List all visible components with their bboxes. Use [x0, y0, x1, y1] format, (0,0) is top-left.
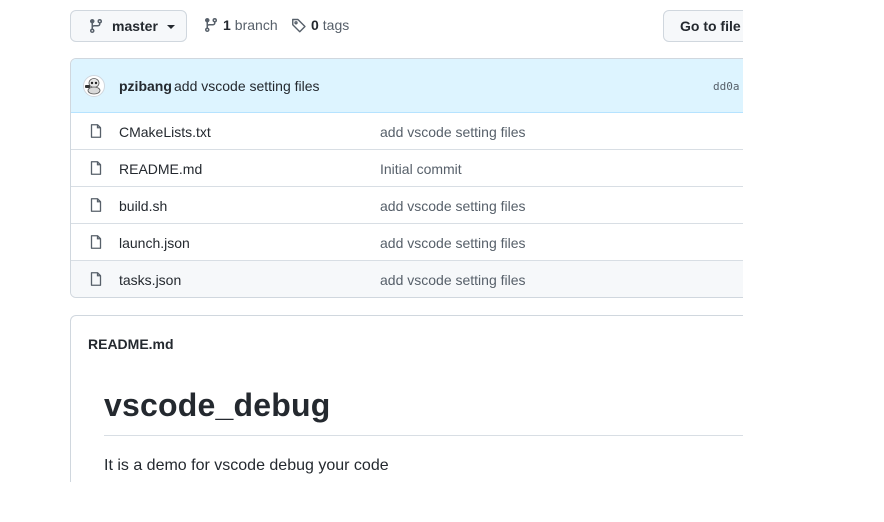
file-commit-message[interactable]: add vscode setting files [380, 272, 526, 288]
tag-icon [292, 18, 306, 33]
commit-message[interactable]: add vscode setting files [174, 78, 320, 94]
branch-select-button[interactable]: master [70, 10, 187, 42]
file-name[interactable]: launch.json [119, 235, 190, 251]
file-row[interactable]: launch.json add vscode setting files [71, 224, 743, 261]
tag-count: 0 [311, 17, 319, 33]
file-name[interactable]: build.sh [119, 198, 167, 214]
branches-link[interactable]: 1 branch [203, 17, 278, 33]
tags-link[interactable]: 0 tags [291, 17, 349, 33]
tag-word: tags [322, 17, 350, 33]
go-to-file-label: Go to file [680, 18, 741, 34]
file-commit-message[interactable]: add vscode setting files [380, 198, 526, 214]
branch-count: 1 [223, 17, 231, 33]
branch-word: branch [234, 17, 278, 33]
caret-down-icon [166, 25, 175, 29]
avatar[interactable] [83, 75, 105, 97]
file-name[interactable]: README.md [119, 161, 202, 177]
file-name[interactable]: CMakeLists.txt [119, 124, 211, 140]
go-to-file-button[interactable]: Go to file [663, 10, 743, 42]
file-icon [90, 235, 102, 249]
file-row[interactable]: build.sh add vscode setting files [71, 187, 743, 224]
readme-panel: README.md vscode_debug It is a demo for … [70, 315, 743, 482]
file-commit-message[interactable]: Initial commit [380, 161, 462, 177]
file-name[interactable]: tasks.json [119, 272, 181, 288]
file-icon [90, 124, 102, 138]
git-branch-icon [89, 19, 102, 34]
commit-author[interactable]: pzibang [119, 78, 172, 94]
file-icon [90, 198, 102, 212]
git-branch-icon [204, 18, 217, 33]
file-icon [90, 161, 102, 175]
readme-title: vscode_debug [104, 387, 331, 423]
latest-commit-bar: pzibang add vscode setting files dd0a [71, 59, 743, 113]
file-list: pzibang add vscode setting files dd0a CM… [70, 58, 743, 298]
file-icon [90, 272, 102, 286]
file-row[interactable]: README.md Initial commit [71, 150, 743, 187]
file-commit-message[interactable]: add vscode setting files [380, 235, 526, 251]
commit-sha[interactable]: dd0a [713, 80, 740, 93]
repo-content: master 1 branch 0 tags Go to file pziban… [0, 0, 743, 482]
file-commit-message[interactable]: add vscode setting files [380, 124, 526, 140]
divider [104, 435, 743, 436]
branch-name: master [112, 18, 158, 34]
file-row[interactable]: tasks.json add vscode setting files [71, 261, 743, 297]
readme-header[interactable]: README.md [88, 336, 174, 352]
file-row[interactable]: CMakeLists.txt add vscode setting files [71, 113, 743, 150]
readme-body-text: It is a demo for vscode debug your code [104, 457, 389, 474]
